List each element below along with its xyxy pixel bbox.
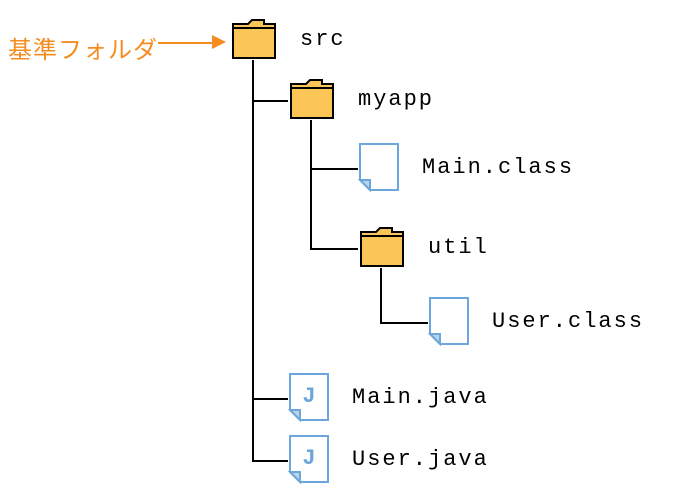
tree-node-main-java: J Main.java <box>288 372 489 422</box>
connector <box>310 248 358 250</box>
node-label: src <box>300 27 346 52</box>
node-label: Main.class <box>422 155 574 180</box>
connector <box>310 168 358 170</box>
tree-node-user-class: User.class <box>428 296 644 346</box>
folder-icon <box>288 78 336 120</box>
node-label: User.class <box>492 309 644 334</box>
node-label: Main.java <box>352 385 489 410</box>
svg-text:J: J <box>302 384 315 409</box>
annotation-arrow-line <box>158 42 212 44</box>
connector <box>380 322 428 324</box>
base-folder-annotation: 基準フォルダ <box>8 30 158 66</box>
node-label: myapp <box>358 87 434 112</box>
tree-node-src: src <box>230 18 346 60</box>
file-icon <box>428 296 470 346</box>
folder-icon <box>358 226 406 268</box>
file-icon <box>358 142 400 192</box>
connector <box>380 268 382 324</box>
tree-node-myapp: myapp <box>288 78 434 120</box>
tree-diagram: 基準フォルダ src myapp Main.class <box>0 0 683 500</box>
connector <box>310 120 312 250</box>
node-label: util <box>428 235 489 260</box>
java-file-icon: J <box>288 434 330 484</box>
connector <box>252 398 288 400</box>
connector <box>252 100 288 102</box>
tree-node-main-class: Main.class <box>358 142 574 192</box>
annotation-arrow-head <box>212 35 226 49</box>
tree-node-user-java: J User.java <box>288 434 489 484</box>
folder-icon <box>230 18 278 60</box>
java-file-icon: J <box>288 372 330 422</box>
connector <box>252 460 288 462</box>
connector <box>252 60 254 462</box>
annotation-text: 基準フォルダ <box>8 39 158 66</box>
svg-text:J: J <box>302 446 315 471</box>
tree-node-util: util <box>358 226 489 268</box>
node-label: User.java <box>352 447 489 472</box>
